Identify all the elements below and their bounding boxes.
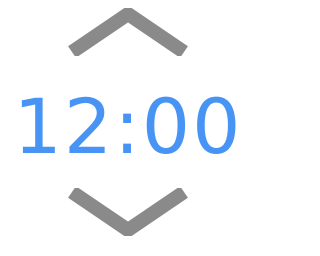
increment-button[interactable] bbox=[64, 8, 192, 56]
chevron-down-icon bbox=[68, 188, 188, 236]
time-value[interactable]: 12:00 bbox=[0, 82, 256, 172]
chevron-up-icon bbox=[68, 8, 188, 56]
time-stepper[interactable]: 12:00 bbox=[0, 0, 256, 256]
decrement-button[interactable] bbox=[64, 188, 192, 236]
